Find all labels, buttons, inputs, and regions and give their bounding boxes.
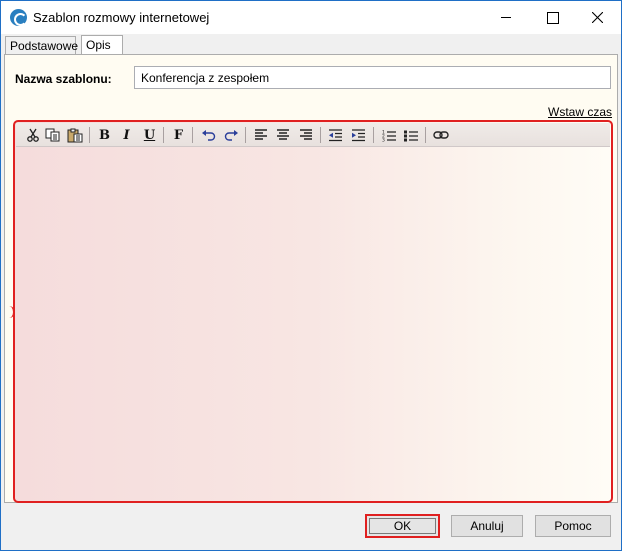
editor-toolbar: B I U F 1 2 3 bbox=[16, 123, 610, 147]
paste-icon[interactable] bbox=[65, 126, 84, 144]
tab-podstawowe[interactable]: Podstawowe bbox=[5, 36, 78, 54]
font-icon[interactable]: F bbox=[169, 126, 188, 144]
toolbar-separator bbox=[425, 127, 426, 143]
tab-panel-opis: Nazwa szablonu: Wstaw czas B I bbox=[4, 54, 618, 503]
template-name-input[interactable] bbox=[134, 66, 611, 89]
undo-icon[interactable] bbox=[199, 126, 218, 144]
outdent-icon[interactable] bbox=[326, 126, 345, 144]
toolbar-separator bbox=[245, 127, 246, 143]
ok-button-focus-ring bbox=[369, 518, 436, 534]
insert-time-link[interactable]: Wstaw czas bbox=[548, 105, 612, 119]
toolbar-separator bbox=[192, 127, 193, 143]
template-name-label: Nazwa szablonu: bbox=[15, 72, 112, 86]
numbered-list-icon[interactable]: 123 bbox=[379, 126, 398, 144]
underline-icon[interactable]: U bbox=[140, 126, 159, 144]
editor-highlight-marker bbox=[9, 306, 15, 318]
italic-icon[interactable]: I bbox=[117, 126, 136, 144]
help-button[interactable]: Pomoc bbox=[535, 515, 611, 537]
cut-icon[interactable] bbox=[23, 126, 42, 144]
toolbar-separator bbox=[163, 127, 164, 143]
minimize-button[interactable] bbox=[483, 1, 529, 34]
align-right-icon[interactable] bbox=[296, 126, 315, 144]
indent-icon[interactable] bbox=[349, 126, 368, 144]
tab-opis[interactable]: Opis bbox=[81, 35, 123, 55]
toolbar-separator bbox=[373, 127, 374, 143]
bold-icon[interactable]: B bbox=[95, 126, 114, 144]
copy-icon[interactable] bbox=[43, 126, 62, 144]
toolbar-separator bbox=[89, 127, 90, 143]
align-center-icon[interactable] bbox=[273, 126, 292, 144]
ok-button[interactable]: OK bbox=[365, 514, 440, 538]
svg-text:3: 3 bbox=[382, 137, 385, 142]
close-icon bbox=[592, 12, 603, 23]
title-bar[interactable]: Szablon rozmowy internetowej bbox=[1, 1, 621, 34]
redo-icon[interactable] bbox=[221, 126, 240, 144]
close-button[interactable] bbox=[575, 1, 621, 34]
dialog-window: Szablon rozmowy internetowej Podstawowe … bbox=[0, 0, 622, 551]
bullet-list-icon[interactable] bbox=[401, 126, 420, 144]
maximize-button[interactable] bbox=[529, 1, 575, 34]
window-title: Szablon rozmowy internetowej bbox=[33, 10, 210, 25]
align-left-icon[interactable] bbox=[251, 126, 270, 144]
link-icon[interactable] bbox=[431, 126, 450, 144]
cancel-button[interactable]: Anuluj bbox=[451, 515, 523, 537]
description-editor[interactable]: B I U F 1 2 3 bbox=[13, 120, 613, 503]
app-icon bbox=[10, 9, 27, 26]
toolbar-separator bbox=[320, 127, 321, 143]
